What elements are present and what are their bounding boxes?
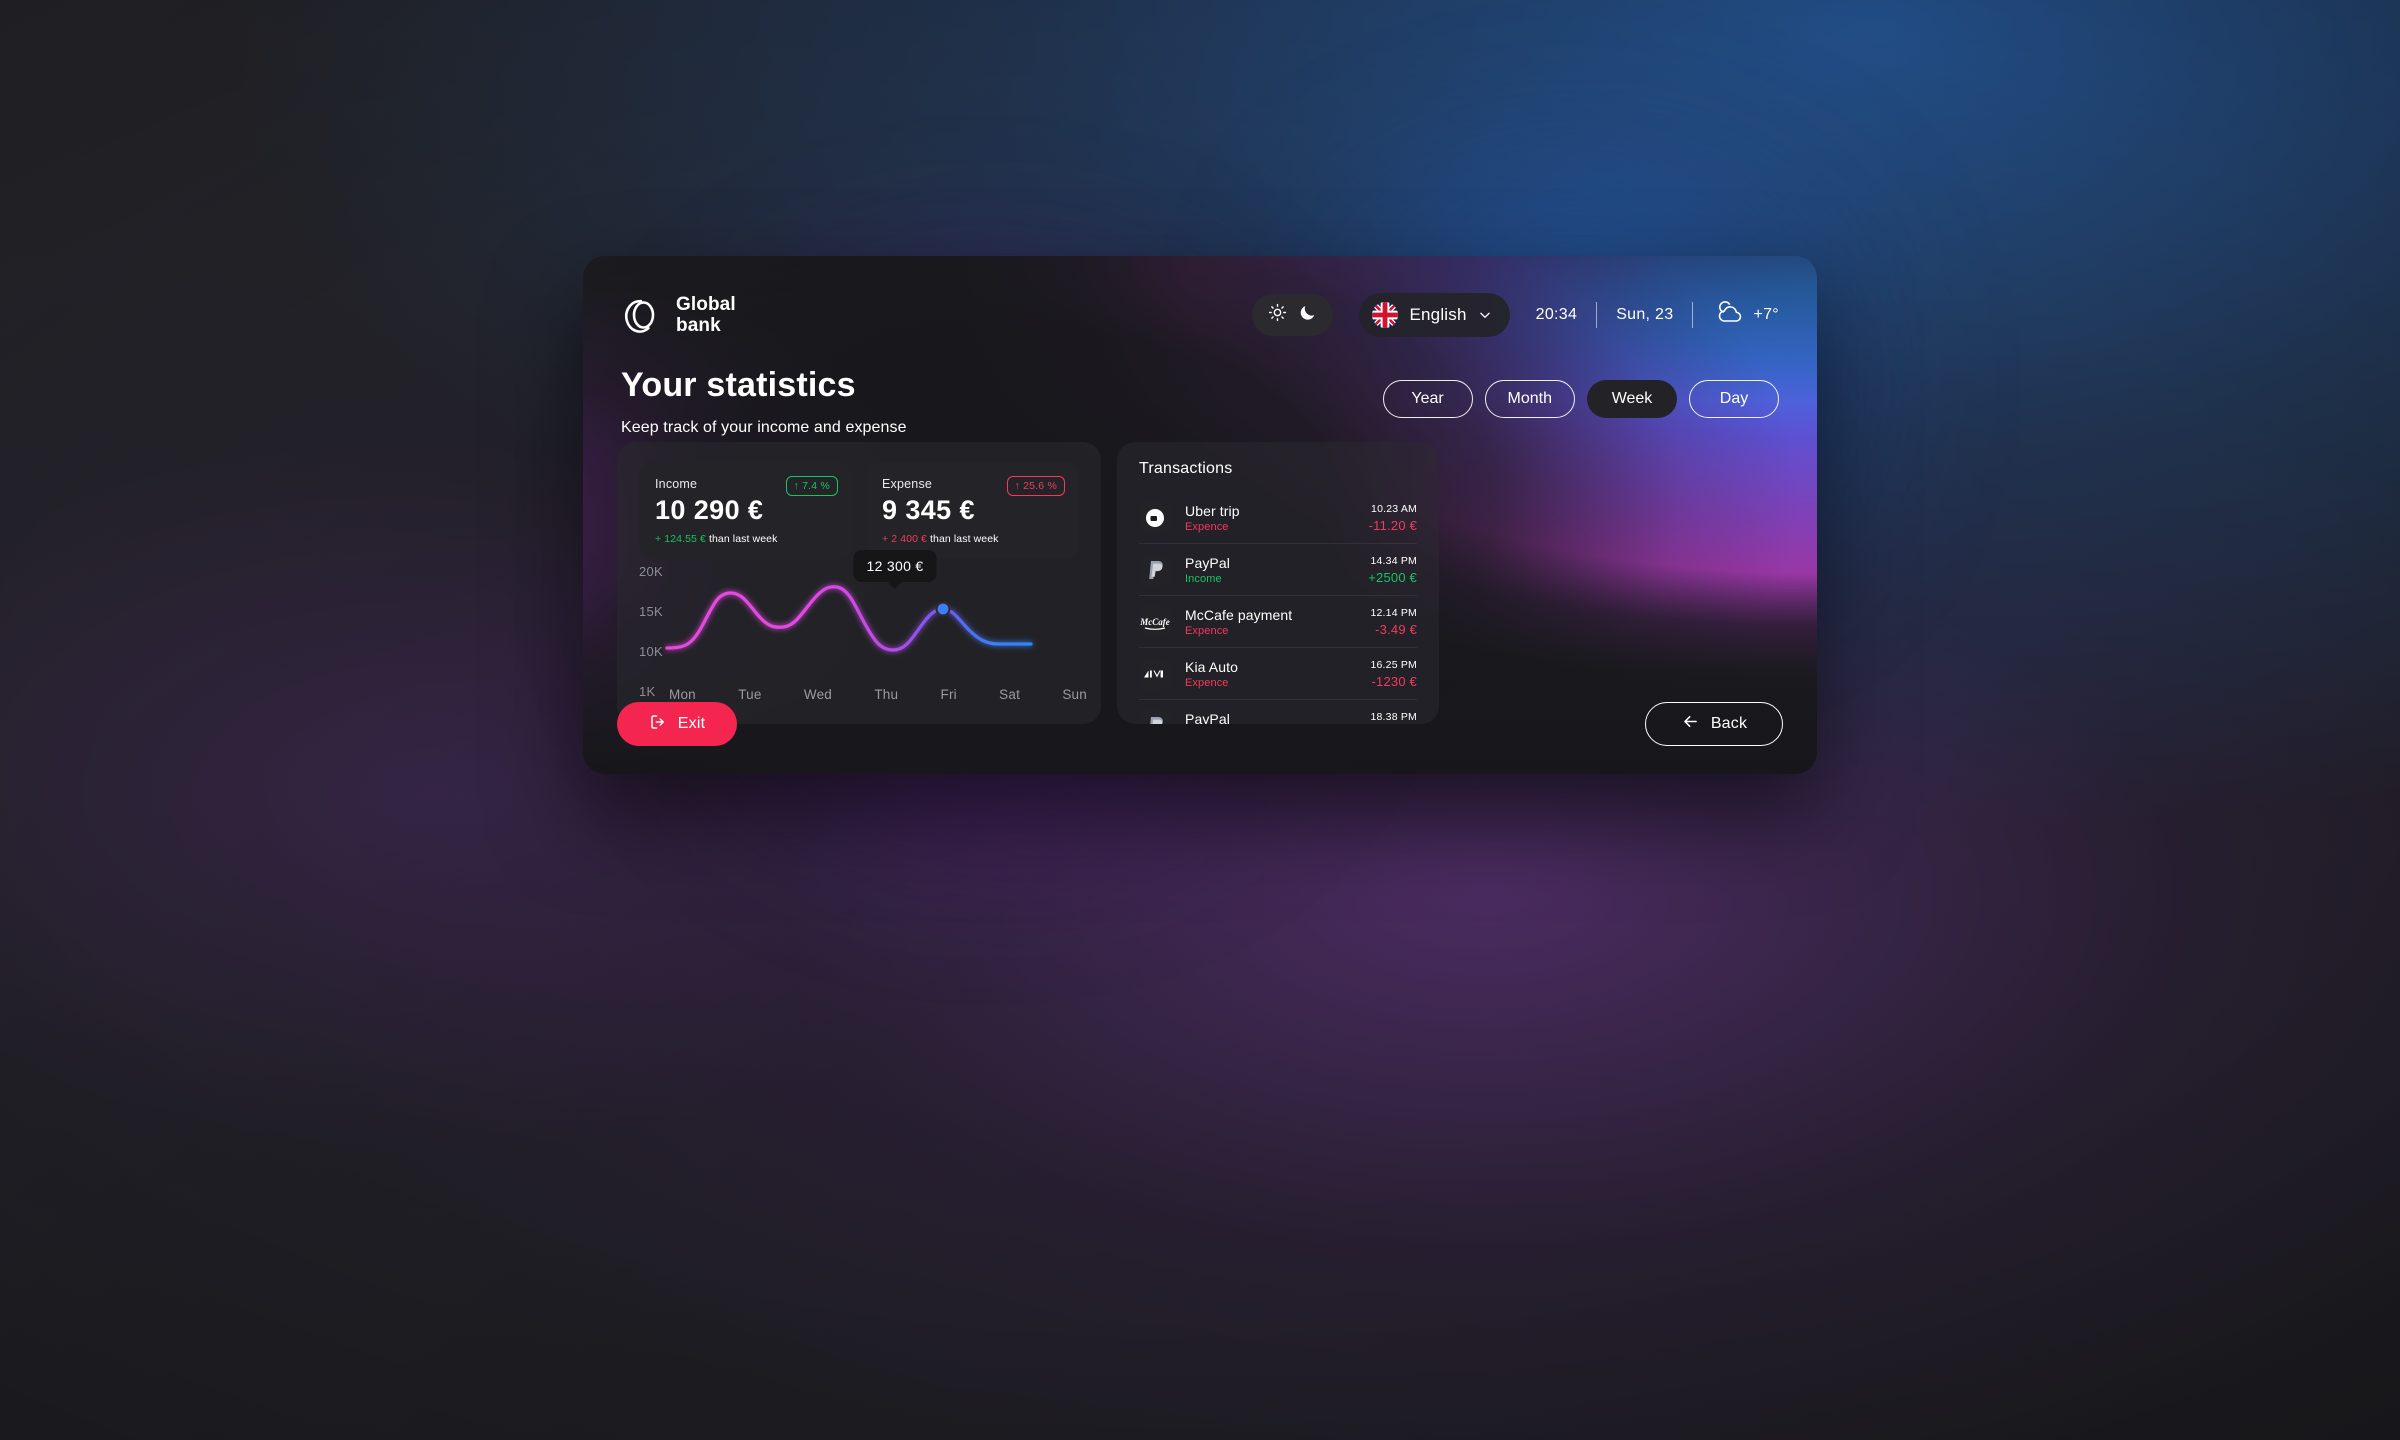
kpi-expense-badge: ↑ 25.6 %	[1006, 476, 1065, 496]
language-label: English	[1409, 305, 1467, 324]
transaction-amount: -1230 €	[1371, 674, 1417, 689]
tab-year[interactable]: Year	[1382, 380, 1473, 418]
back-button[interactable]: Back	[1645, 702, 1783, 746]
exit-button[interactable]: Exit	[617, 702, 737, 746]
table-row[interactable]: Kia Auto Expence 16.25 PM -1230 €	[1139, 648, 1417, 700]
header-meta: 20:34 Sun, 23 +7°	[1536, 300, 1779, 331]
transaction-name: Kia Auto	[1185, 659, 1238, 675]
brand: Global bank	[621, 294, 736, 337]
meta-divider-2	[1692, 302, 1694, 328]
transaction-time: 18.38 PM	[1370, 711, 1417, 723]
brand-line-1: Global	[676, 293, 736, 315]
x-tick-fri: Fri	[940, 687, 957, 702]
transaction-type: Income	[1185, 573, 1222, 585]
cloud-icon	[1712, 300, 1744, 331]
x-tick-mon: Mon	[669, 687, 696, 702]
transactions-card: Transactions Uber trip Expence 10.23 AM …	[1117, 442, 1439, 724]
transaction-amount: -11.20 €	[1368, 518, 1417, 533]
kpi-income-value: 10 290 €	[655, 495, 764, 525]
page-subtitle: Keep track of your income and expense	[621, 419, 907, 436]
paypal-icon	[1139, 554, 1171, 586]
statistics-card: Income 10 290 € + 124.55 € than last wee…	[617, 442, 1101, 724]
tab-month[interactable]: Month	[1484, 380, 1575, 418]
transaction-type: Expence	[1185, 521, 1229, 533]
exit-button-label: Exit	[677, 715, 706, 732]
uber-icon	[1139, 502, 1171, 534]
svg-text:McCafe: McCafe	[1139, 617, 1170, 627]
kpi-expense: Expense 9 345 € + 2 400 € than last week…	[866, 462, 1079, 559]
transaction-amount: -3.49 €	[1375, 622, 1417, 637]
page-header: Your statistics Keep track of your incom…	[621, 366, 1779, 437]
weather-temperature: +7°	[1753, 306, 1779, 323]
theme-toggle[interactable]	[1252, 294, 1334, 336]
income-chart: 20K 15K 10K 1K 12 300 € Mon Tue Wed Thu …	[617, 550, 1101, 724]
table-row[interactable]: PayPal Income 18.38 PM +1310 €	[1139, 700, 1417, 724]
chart-x-axis: Mon Tue Wed Thu Fri Sat Sun	[669, 687, 1087, 702]
kpi-income: Income 10 290 € + 124.55 € than last wee…	[639, 462, 852, 559]
chart-tooltip: 12 300 €	[853, 550, 937, 582]
page-title: Your statistics	[621, 366, 856, 404]
arrow-left-icon	[1681, 712, 1700, 736]
kpi-row: Income 10 290 € + 124.55 € than last wee…	[639, 462, 1079, 559]
transaction-time: 16.25 PM	[1370, 659, 1417, 671]
chevron-down-icon[interactable]	[1478, 308, 1492, 322]
transactions-title: Transactions	[1139, 460, 1233, 477]
logout-icon	[649, 713, 667, 736]
brand-line-2: bank	[676, 315, 721, 336]
x-tick-wed: Wed	[803, 687, 832, 702]
table-row[interactable]: McCafe McCafe payment Expence 12.14 PM -…	[1139, 596, 1417, 648]
x-tick-sat: Sat	[999, 687, 1021, 702]
y-tick-15k: 15K	[639, 604, 664, 619]
table-row[interactable]: Uber trip Expence 10.23 AM -11.20 €	[1139, 492, 1417, 544]
transaction-name: PayPal	[1185, 555, 1230, 571]
kia-icon	[1139, 658, 1171, 690]
clock-time: 20:34	[1535, 306, 1578, 323]
tab-week[interactable]: Week	[1587, 380, 1677, 418]
transaction-time: 12.14 PM	[1370, 607, 1417, 619]
paypal-icon	[1139, 710, 1171, 724]
y-tick-10k: 10K	[639, 644, 664, 659]
back-button-label: Back	[1710, 715, 1748, 732]
tab-day[interactable]: Day	[1689, 380, 1779, 418]
brand-name: Global bank	[676, 294, 736, 337]
x-tick-tue: Tue	[738, 687, 762, 702]
calendar-date: Sun, 23	[1616, 306, 1674, 323]
app-window: Global bank English 20:34 Sun, 23 +7° Yo…	[583, 256, 1817, 774]
mccafe-icon: McCafe	[1139, 606, 1171, 638]
uk-flag-icon	[1372, 302, 1399, 328]
language-selector[interactable]: English	[1359, 293, 1510, 337]
transaction-type: Expence	[1185, 625, 1229, 637]
transaction-name: PayPal	[1185, 711, 1230, 724]
transactions-list: Uber trip Expence 10.23 AM -11.20 € PayP…	[1139, 492, 1417, 724]
x-tick-sun: Sun	[1062, 687, 1087, 702]
moon-icon[interactable]	[1298, 303, 1317, 327]
table-row[interactable]: PayPal Income 14.34 PM +2500 €	[1139, 544, 1417, 596]
kpi-expense-delta-amount: + 2 400 €	[882, 533, 927, 545]
kpi-expense-delta-suffix: than last week	[926, 533, 999, 545]
transaction-name: McCafe payment	[1185, 607, 1293, 623]
kpi-income-delta-suffix: than last week	[705, 533, 778, 545]
sun-icon[interactable]	[1268, 303, 1287, 327]
kpi-expense-delta: + 2 400 € than last week	[882, 533, 1063, 545]
app-header: Global bank English 20:34 Sun, 23 +7°	[621, 286, 1779, 344]
y-tick-1k: 1K	[639, 684, 656, 699]
transaction-time: 14.34 PM	[1370, 555, 1417, 567]
meta-divider-1	[1596, 302, 1598, 328]
kpi-income-badge: ↑ 7.4 %	[785, 476, 838, 496]
ring-logo-icon	[621, 294, 663, 336]
transaction-type: Expence	[1185, 677, 1229, 689]
transaction-time: 10.23 AM	[1371, 503, 1417, 515]
period-tabs: Year Month Week Day	[1382, 366, 1779, 418]
transaction-amount: +2500 €	[1368, 570, 1417, 585]
kpi-income-delta-amount: + 124.55 €	[655, 533, 706, 545]
weather-widget: +7°	[1712, 300, 1779, 331]
kpi-expense-value: 9 345 €	[882, 495, 975, 525]
x-tick-thu: Thu	[874, 687, 899, 702]
kpi-income-delta: + 124.55 € than last week	[655, 533, 836, 545]
y-tick-20k: 20K	[639, 564, 664, 579]
transaction-name: Uber trip	[1185, 503, 1240, 519]
